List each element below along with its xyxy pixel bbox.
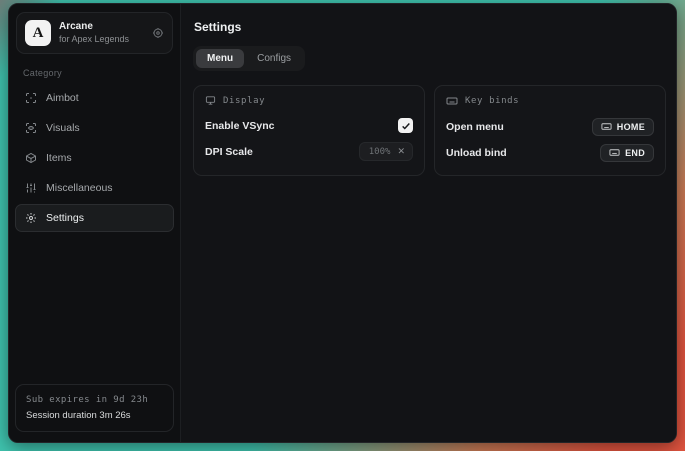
app-name: Arcane [59, 21, 144, 34]
sidebar: A Arcane for Apex Legends Category [9, 4, 181, 442]
dpi-scale-input[interactable]: 100% ✕ [359, 142, 413, 161]
session-duration-text: Session duration 3m 26s [26, 408, 163, 423]
settings-cards: Display Enable VSync DPI Scale 100% ✕ [193, 85, 666, 176]
session-info-card: Sub expires in 9d 23h Session duration 3… [15, 384, 174, 432]
target-icon[interactable] [152, 27, 164, 39]
app-logo: A [25, 20, 51, 46]
setting-row-open-menu: Open menu HOME [446, 115, 654, 138]
sidebar-item-miscellaneous[interactable]: Miscellaneous [15, 174, 174, 202]
app-header-card: A Arcane for Apex Legends [16, 12, 173, 54]
sub-expiry-text: Sub expires in 9d 23h [26, 393, 163, 407]
sidebar-item-aimbot[interactable]: Aimbot [15, 84, 174, 112]
sidebar-item-label: Items [46, 152, 72, 164]
display-card: Display Enable VSync DPI Scale 100% ✕ [193, 85, 425, 176]
sidebar-item-visuals[interactable]: Visuals [15, 114, 174, 142]
sidebar-item-settings[interactable]: Settings [15, 204, 174, 232]
sidebar-item-label: Miscellaneous [46, 182, 113, 194]
app-brand: Arcane for Apex Legends [59, 21, 144, 45]
sidebar-item-label: Aimbot [46, 92, 79, 104]
sidebar-item-items[interactable]: Items [15, 144, 174, 172]
setting-row-vsync: Enable VSync [205, 114, 413, 137]
keybind-value: END [625, 148, 645, 158]
sliders-icon [25, 182, 37, 194]
scan-eye-icon [25, 122, 37, 134]
setting-label: Open menu [446, 121, 504, 133]
setting-label: Unload bind [446, 147, 507, 159]
clear-icon[interactable]: ✕ [397, 146, 405, 157]
sidebar-item-label: Settings [46, 212, 84, 224]
tab-menu[interactable]: Menu [196, 49, 244, 68]
package-icon [25, 152, 37, 164]
gear-icon [25, 212, 37, 224]
keybinds-card-title: Key binds [465, 96, 519, 106]
display-card-title: Display [223, 96, 265, 106]
setting-label: DPI Scale [205, 146, 253, 158]
open-menu-keybind[interactable]: HOME [592, 118, 654, 136]
app-subtitle: for Apex Legends [59, 34, 144, 45]
tab-bar: Menu Configs [193, 46, 305, 71]
unload-keybind[interactable]: END [600, 144, 654, 162]
main-content: Settings Menu Configs Display Enable VSy… [181, 4, 677, 442]
display-card-header: Display [205, 95, 413, 106]
dpi-scale-value: 100% [369, 147, 391, 157]
keybinds-card: Key binds Open menu HOME Unload bind [434, 85, 666, 176]
keyboard-icon [446, 95, 458, 107]
page-title: Settings [194, 20, 666, 34]
crosshair-icon [25, 92, 37, 104]
sidebar-item-label: Visuals [46, 122, 80, 134]
tab-configs[interactable]: Configs [246, 49, 302, 68]
sidebar-nav: Aimbot Visuals Items [15, 84, 174, 232]
setting-row-unload-bind: Unload bind END [446, 141, 654, 164]
setting-row-dpi: DPI Scale 100% ✕ [205, 140, 413, 163]
keyboard-icon [609, 147, 620, 158]
vsync-checkbox[interactable] [398, 118, 413, 133]
keybind-value: HOME [617, 122, 645, 132]
keybinds-card-header: Key binds [446, 95, 654, 107]
app-window: A Arcane for Apex Legends Category [8, 3, 677, 443]
checkmark-icon [401, 121, 411, 131]
category-label: Category [23, 68, 166, 78]
monitor-icon [205, 95, 216, 106]
setting-label: Enable VSync [205, 120, 274, 132]
keyboard-icon [601, 121, 612, 132]
